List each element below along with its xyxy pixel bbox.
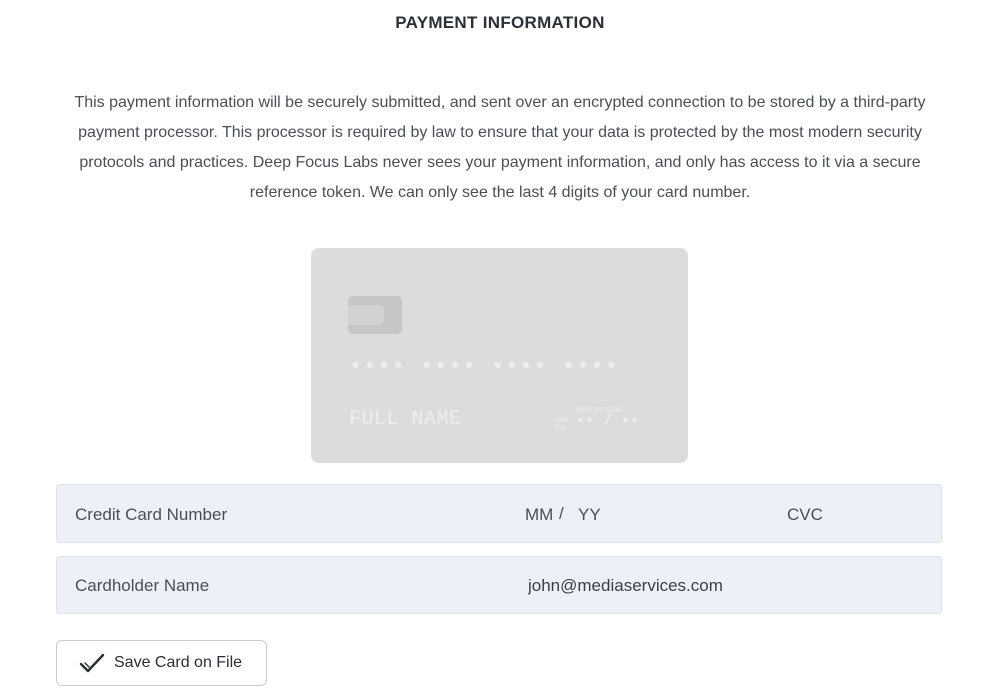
card-details-row: / [56, 484, 942, 543]
expiry-month-input[interactable] [523, 504, 561, 526]
expiry-separator: / [559, 504, 564, 523]
card-number-input[interactable] [73, 504, 497, 526]
save-card-button[interactable]: Save Card on File [56, 640, 267, 686]
page-title: PAYMENT INFORMATION [395, 13, 605, 32]
save-card-label: Save Card on File [114, 654, 243, 671]
cardholder-row [56, 556, 942, 614]
cardholder-name-input[interactable] [73, 575, 497, 597]
credit-card-preview: •••• •••• •••• •••• FULL NAME valid thru… [311, 248, 688, 463]
cvc-input[interactable] [785, 504, 889, 526]
card-name-display: FULL NAME [349, 408, 462, 431]
valid-thru-label: valid thru [554, 417, 569, 431]
payment-security-description: This payment information will be securel… [74, 94, 926, 201]
expiry-year-input[interactable] [576, 504, 620, 526]
expiry-display: •• / •• [576, 413, 640, 430]
card-chip-icon [348, 296, 402, 334]
payment-page: PAYMENT INFORMATION This payment informa… [0, 0, 1000, 700]
checkmark-icon [79, 651, 107, 675]
email-input[interactable] [526, 575, 910, 597]
card-number-display: •••• •••• •••• •••• [349, 354, 619, 379]
